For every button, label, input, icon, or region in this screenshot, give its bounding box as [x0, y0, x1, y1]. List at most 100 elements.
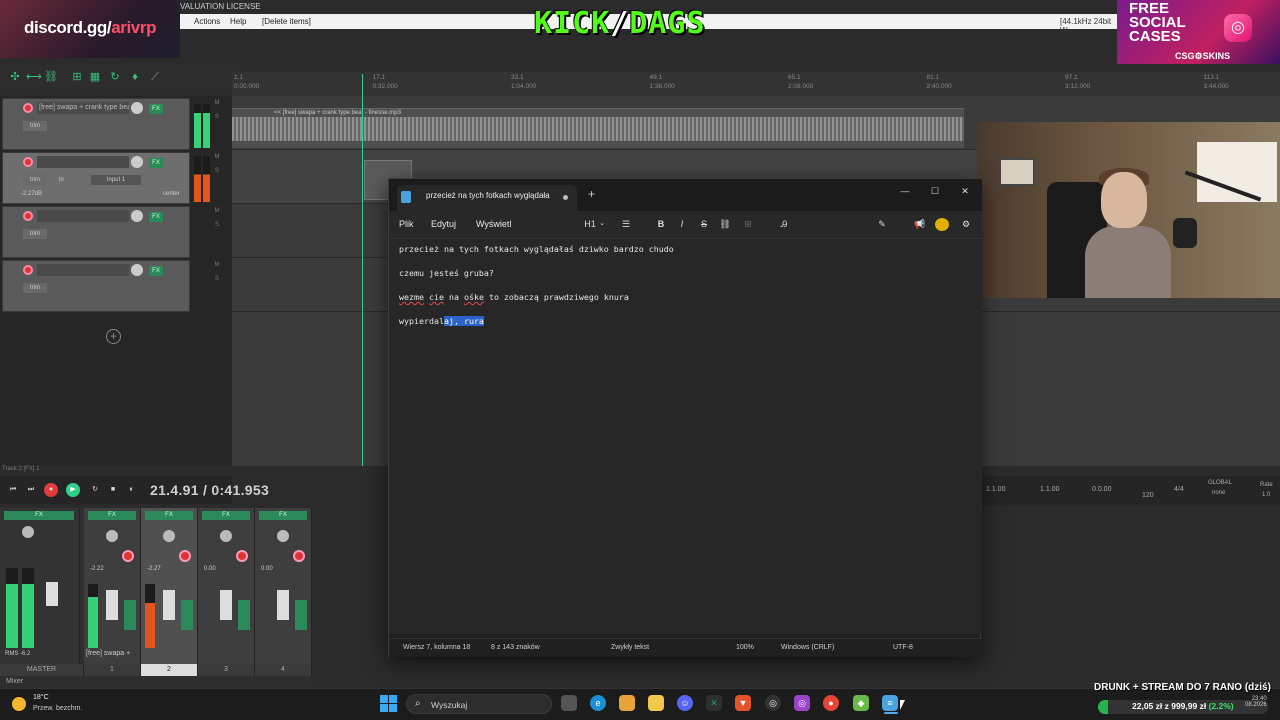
notepad-tab[interactable]: przecież na tych fotkach wyglądała	[397, 185, 577, 211]
line-ending[interactable]: Windows (CRLF)	[781, 644, 834, 651]
solo-button[interactable]: S	[212, 168, 222, 178]
master-pan-knob[interactable]	[22, 526, 34, 538]
volume-knob[interactable]	[131, 102, 143, 114]
track-name[interactable]	[37, 264, 129, 276]
italic-icon[interactable]: I	[675, 219, 689, 229]
pan-knob[interactable]	[277, 530, 289, 542]
unsaved-dot-icon[interactable]	[563, 195, 568, 200]
new-tab-icon[interactable]: +	[588, 188, 595, 200]
fx-button[interactable]: FX	[149, 266, 163, 276]
strikethrough-icon[interactable]: S	[697, 219, 711, 229]
mixer-strip-2[interactable]: FX -2.27	[141, 508, 198, 668]
track-4[interactable]: 4 FX trim	[2, 260, 190, 312]
pan-knob[interactable]	[163, 530, 175, 542]
solo-button[interactable]: S	[212, 276, 222, 286]
list-icon[interactable]: ☰	[619, 219, 633, 230]
notepad-window[interactable]: przecież na tych fotkach wyglądała + — ☐…	[388, 178, 982, 657]
timeline-ruler[interactable]: 1.1 0:00.000 17.1 0:32.000 33.1 1:04.000 49.1 1…	[232, 72, 1280, 96]
link-icon[interactable]: ⛓	[44, 70, 58, 84]
strip-fader[interactable]	[163, 590, 175, 620]
selection-start[interactable]: 1.1.00	[986, 486, 1005, 493]
text-format[interactable]: Zwykły tekst	[611, 644, 649, 651]
record-arm-button[interactable]	[23, 157, 33, 167]
pan-knob[interactable]	[220, 530, 232, 542]
notepad-app-icon[interactable]: ≡	[882, 695, 898, 711]
clear-format-icon[interactable]: Ꭿ	[777, 219, 791, 230]
ripple-icon[interactable]: ↻	[108, 70, 122, 84]
mute-button[interactable]: M	[212, 208, 222, 218]
fx-button[interactable]: FX	[149, 104, 163, 114]
misspelled-word[interactable]: cie	[429, 292, 444, 302]
maps-icon[interactable]: ◆	[853, 695, 869, 711]
go-to-start-button[interactable]: ⏮	[6, 483, 20, 497]
menu-file[interactable]: Plik	[399, 219, 414, 229]
selection-length[interactable]: 0.0.00	[1092, 486, 1111, 493]
pause-button[interactable]: ⏸	[124, 483, 138, 497]
loop-icon[interactable]: ⟷	[26, 70, 42, 84]
add-track-icon[interactable]: +	[106, 329, 121, 344]
master-fader[interactable]	[46, 582, 58, 606]
announcement-icon[interactable]: 📢	[913, 219, 927, 230]
menu-view[interactable]: Wyświetl	[476, 219, 511, 229]
track-3[interactable]: 3 FX trim	[2, 206, 190, 258]
record-arm-button[interactable]	[23, 211, 33, 221]
snap-icon[interactable]: ⊞	[70, 70, 84, 84]
brave-icon[interactable]: ▼	[735, 695, 751, 711]
trim-button[interactable]: trim	[23, 229, 47, 239]
strip-fader[interactable]	[220, 590, 232, 620]
chrome-icon[interactable]: ●	[823, 695, 839, 711]
trim-button[interactable]: trim	[23, 175, 47, 185]
strip-fader[interactable]	[277, 590, 289, 620]
windows-start-icon[interactable]	[380, 695, 398, 713]
route-button[interactable]	[238, 600, 250, 630]
solo-button[interactable]: S	[212, 114, 222, 124]
mixer-strip-3[interactable]: FX 0.00	[198, 508, 255, 668]
track-name[interactable]: [free] swapa + crank type beat	[37, 102, 129, 114]
taskbar-clock[interactable]: 23:40 08.2026	[1245, 696, 1267, 708]
fx-button[interactable]: FX	[4, 511, 74, 520]
zoom-level[interactable]: 100%	[736, 644, 754, 651]
tempo-value[interactable]: 120	[1142, 492, 1154, 499]
task-view-icon[interactable]	[561, 695, 577, 711]
explorer-icon[interactable]	[648, 695, 664, 711]
rate-value[interactable]: 1.0	[1262, 492, 1270, 498]
misspelled-word[interactable]: ośke	[464, 292, 484, 302]
mixer-strip-1[interactable]: FX -2.22	[84, 508, 141, 668]
track-name[interactable]	[37, 210, 129, 222]
fx-button[interactable]: FX	[145, 511, 193, 520]
bold-icon[interactable]: B	[654, 219, 668, 229]
play-cursor[interactable]	[362, 74, 363, 466]
mute-button[interactable]: M	[212, 100, 222, 110]
misspelled-word[interactable]: wezme	[399, 292, 424, 302]
mixer-tab[interactable]: Mixer	[6, 678, 23, 685]
mixer-strip-4[interactable]: FX 0.00	[255, 508, 312, 668]
volume-knob[interactable]	[131, 156, 143, 168]
maximize-icon[interactable]: ☐	[923, 183, 947, 199]
fx-button[interactable]: FX	[88, 511, 136, 520]
metronome-icon[interactable]: ♦	[128, 70, 142, 84]
mute-button[interactable]: M	[212, 262, 222, 272]
menu-help[interactable]: Help	[230, 17, 246, 26]
menu-delete-items[interactable]: [Delete items]	[262, 17, 311, 26]
fx-button[interactable]: FX	[259, 511, 307, 520]
store-icon[interactable]	[619, 695, 635, 711]
pan-knob[interactable]	[106, 530, 118, 542]
grid-icon[interactable]: ▦	[88, 70, 102, 84]
strip-fader[interactable]	[106, 590, 118, 620]
instagram-app-icon[interactable]: ◎	[794, 695, 810, 711]
encoding[interactable]: UTF-8	[893, 644, 913, 651]
selection-end[interactable]: 1.1.00	[1040, 486, 1059, 493]
avatar-icon[interactable]	[935, 218, 949, 231]
volume-knob[interactable]	[131, 210, 143, 222]
menu-edit[interactable]: Edytuj	[431, 219, 456, 229]
route-button[interactable]	[295, 600, 307, 630]
menu-actions[interactable]: Actions	[194, 17, 220, 26]
trim-button[interactable]: trim	[23, 121, 47, 131]
minimize-icon[interactable]: —	[893, 183, 917, 199]
record-arm-button[interactable]	[293, 550, 305, 562]
cursor-icon[interactable]: ✣	[8, 70, 22, 84]
track-2[interactable]: 2 FX trim in Input 1 -2.27dB center	[2, 152, 190, 204]
envelope-icon[interactable]: ⟋	[148, 70, 162, 84]
solo-button[interactable]: S	[212, 222, 222, 232]
text-selection[interactable]: aj, rura	[443, 316, 484, 326]
